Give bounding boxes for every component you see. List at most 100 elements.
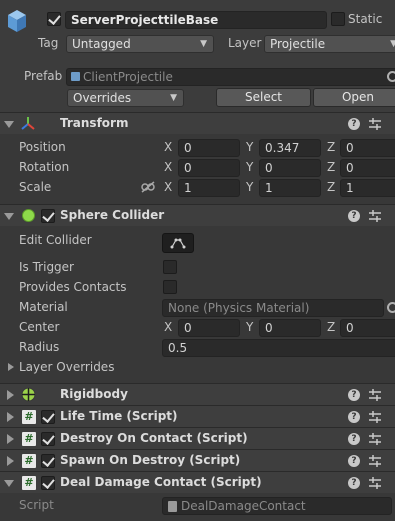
help-icon[interactable]: ?: [348, 455, 360, 467]
destroy-on-contact-header[interactable]: # Destroy On Contact (Script) ? ⋮: [0, 427, 395, 449]
select-button[interactable]: Select: [216, 88, 311, 107]
open-button[interactable]: Open: [313, 88, 395, 107]
sphere-collider-header[interactable]: Sphere Collider ? ⋮: [0, 204, 395, 226]
axis-y-label: Y: [246, 180, 254, 194]
edit-collider-label: Edit Collider: [19, 233, 92, 247]
more-options-icon[interactable]: ⋮: [389, 431, 395, 445]
tag-dropdown[interactable]: Untagged ▼: [66, 35, 214, 53]
help-icon[interactable]: ?: [348, 389, 360, 401]
help-icon[interactable]: ?: [348, 210, 360, 222]
script-icon: #: [22, 410, 36, 424]
layer-overrides-foldout[interactable]: Layer Overrides: [6, 359, 166, 377]
prefab-label: Prefab: [24, 69, 63, 83]
rigidbody-title: Rigidbody: [60, 387, 128, 401]
help-icon[interactable]: ?: [348, 118, 360, 130]
deal-damage-contact-enabled-toggle[interactable]: [41, 476, 55, 490]
prefab-field[interactable]: ClientProjectile: [66, 68, 395, 86]
foldout-arrow-icon[interactable]: [7, 434, 14, 444]
transform-icon: [20, 116, 36, 132]
settings-icon[interactable]: [369, 389, 381, 401]
sphere-collider-title: Sphere Collider: [60, 208, 165, 222]
rotation-x-field[interactable]: 0: [178, 159, 240, 177]
layer-dropdown[interactable]: Projectile ▼: [264, 35, 395, 53]
object-picker-icon[interactable]: [387, 302, 395, 313]
scale-z-field[interactable]: 1: [340, 179, 395, 197]
axis-z-label: Z: [327, 320, 336, 334]
help-icon[interactable]: ?: [348, 433, 360, 445]
script-field: DealDamageContact: [162, 497, 392, 515]
settings-icon[interactable]: [369, 411, 381, 423]
scale-x-field[interactable]: 1: [178, 179, 240, 197]
destroy-on-contact-title: Destroy On Contact (Script): [60, 431, 248, 445]
prefab-icon: [71, 72, 80, 81]
rotation-label: Rotation: [19, 160, 70, 174]
foldout-arrow-icon[interactable]: [4, 213, 14, 220]
spawn-on-destroy-header[interactable]: # Spawn On Destroy (Script) ? ⋮: [0, 449, 395, 471]
prefab-value: ClientProjectile: [83, 70, 173, 84]
more-options-icon[interactable]: ⋮: [389, 409, 395, 423]
more-options-icon[interactable]: ⋮: [389, 208, 395, 222]
static-toggle[interactable]: [331, 12, 345, 26]
rigidbody-header[interactable]: Rigidbody ? ⋮: [0, 383, 395, 405]
active-toggle[interactable]: [47, 12, 61, 26]
settings-icon[interactable]: [369, 118, 381, 130]
axis-x-label: X: [164, 320, 173, 334]
tag-label: Tag: [38, 36, 59, 50]
object-name-field[interactable]: ServerProjecttileBase: [65, 11, 327, 29]
more-options-icon[interactable]: ⋮: [389, 116, 395, 130]
foldout-arrow-icon[interactable]: [4, 121, 14, 128]
settings-icon[interactable]: [369, 477, 381, 489]
radius-field[interactable]: 0.5: [162, 339, 395, 357]
axis-z-label: Z: [327, 180, 336, 194]
layer-label: Layer: [228, 36, 262, 50]
sphere-collider-enabled-toggle[interactable]: [41, 209, 55, 223]
cube-icon: [6, 8, 28, 34]
position-x-field[interactable]: 0: [178, 139, 240, 157]
life-time-enabled-toggle[interactable]: [41, 410, 55, 424]
overrides-label: Overrides: [73, 91, 132, 105]
center-x-field[interactable]: 0: [178, 319, 240, 337]
transform-header[interactable]: Transform ? ⋮: [0, 112, 395, 134]
spawn-on-destroy-title: Spawn On Destroy (Script): [60, 453, 241, 467]
center-label: Center: [19, 320, 60, 334]
settings-icon[interactable]: [369, 210, 381, 222]
axis-x-label: X: [164, 140, 173, 154]
center-z-field[interactable]: 0: [340, 319, 395, 337]
help-icon[interactable]: ?: [348, 411, 360, 423]
position-z-field[interactable]: 0: [340, 139, 395, 157]
destroy-on-contact-enabled-toggle[interactable]: [41, 432, 55, 446]
axis-y-label: Y: [246, 320, 254, 334]
more-options-icon[interactable]: ⋮: [389, 387, 395, 401]
life-time-header[interactable]: # Life Time (Script) ? ⋮: [0, 405, 395, 427]
scale-y-field[interactable]: 1: [259, 179, 321, 197]
radius-label: Radius: [19, 340, 60, 354]
material-label: Material: [19, 300, 68, 314]
material-field[interactable]: None (Physics Material): [162, 299, 384, 317]
provides-contacts-checkbox[interactable]: [163, 280, 177, 294]
position-y-field[interactable]: 0.347: [259, 139, 321, 157]
foldout-arrow-icon[interactable]: [7, 412, 14, 422]
foldout-arrow-icon[interactable]: [7, 390, 14, 400]
spawn-on-destroy-enabled-toggle[interactable]: [41, 454, 55, 468]
rotation-y-field[interactable]: 0: [259, 159, 321, 177]
object-picker-icon[interactable]: [387, 71, 395, 82]
chevron-down-icon: ▼: [390, 37, 395, 52]
center-y-field[interactable]: 0: [259, 319, 321, 337]
deal-damage-contact-header[interactable]: # Deal Damage Contact (Script) ? ⋮: [0, 471, 395, 493]
settings-icon[interactable]: [369, 455, 381, 467]
rigidbody-icon: [21, 387, 36, 402]
is-trigger-checkbox[interactable]: [163, 260, 177, 274]
constrain-proportions-icon[interactable]: [141, 181, 155, 193]
foldout-arrow-icon[interactable]: [7, 456, 14, 466]
foldout-arrow-icon[interactable]: [4, 480, 14, 487]
settings-icon[interactable]: [369, 433, 381, 445]
overrides-dropdown[interactable]: Overrides ▼: [67, 89, 184, 107]
deal-damage-contact-title: Deal Damage Contact (Script): [60, 475, 262, 489]
more-options-icon[interactable]: ⋮: [389, 453, 395, 467]
rotation-z-field[interactable]: 0: [340, 159, 395, 177]
is-trigger-label: Is Trigger: [19, 260, 74, 274]
edit-collider-button[interactable]: [162, 233, 194, 253]
help-icon[interactable]: ?: [348, 477, 360, 489]
script-asset-icon: [168, 501, 177, 512]
more-options-icon[interactable]: ⋮: [389, 475, 395, 489]
